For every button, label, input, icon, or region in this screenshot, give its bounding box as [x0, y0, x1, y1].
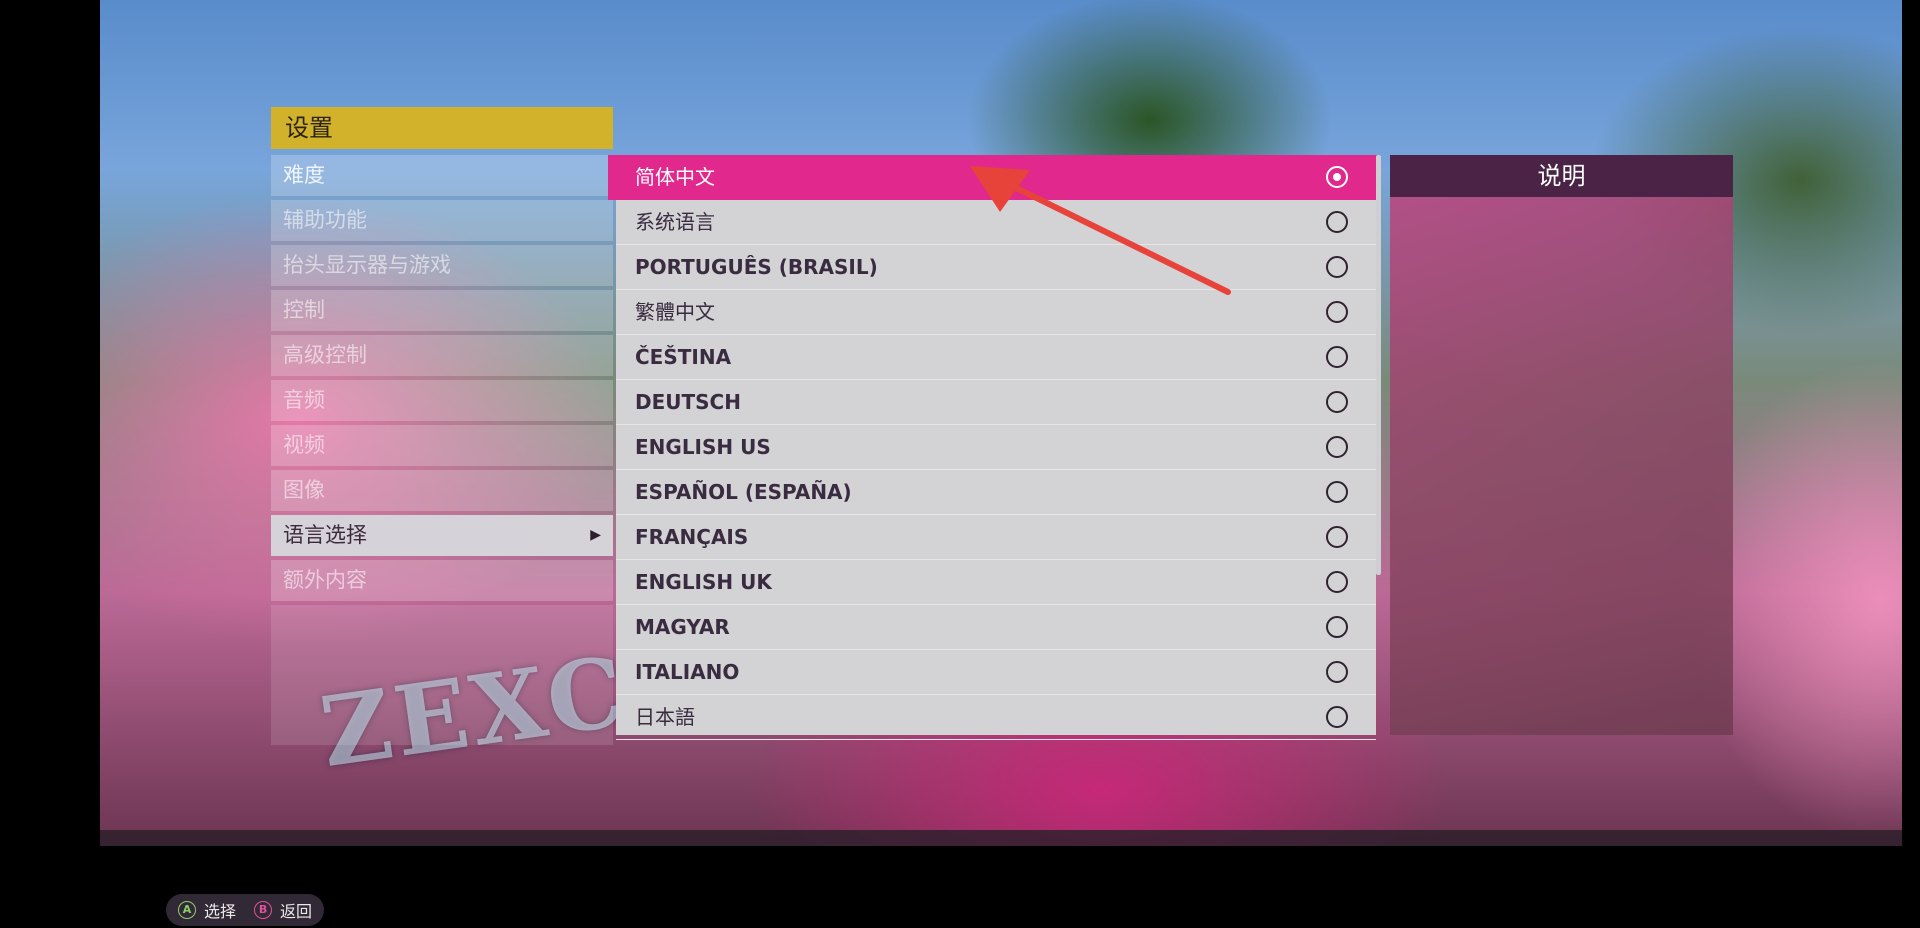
radio-selected-icon[interactable]	[1326, 166, 1348, 188]
menu-item-controls[interactable]: 控制	[271, 290, 613, 331]
language-option-en-uk[interactable]: ENGLISH UK	[616, 560, 1376, 605]
language-option-es-es[interactable]: ESPAÑOL (ESPAÑA)	[616, 470, 1376, 515]
scene-bottom-edge	[100, 830, 1902, 846]
language-option-hu[interactable]: MAGYAR	[616, 605, 1376, 650]
menu-item-hud-gameplay[interactable]: 抬头显示器与游戏	[271, 245, 613, 286]
language-label: ESPAÑOL (ESPAÑA)	[635, 480, 852, 504]
language-option-ja[interactable]: 日本語	[616, 695, 1376, 740]
radio-icon[interactable]	[1326, 706, 1348, 728]
annotation-arrow-icon	[970, 166, 1231, 295]
menu-item-accessibility[interactable]: 辅助功能	[271, 200, 613, 241]
a-button-icon: A	[178, 901, 196, 919]
radio-icon[interactable]	[1326, 256, 1348, 278]
language-label: 日本語	[635, 705, 695, 729]
menu-item-label: 额外内容	[283, 568, 367, 592]
menu-item-language[interactable]: 语言选择 ▶	[271, 515, 613, 556]
menu-item-label: 语言选择	[283, 523, 367, 547]
radio-icon[interactable]	[1326, 436, 1348, 458]
language-option-en-us[interactable]: ENGLISH US	[616, 425, 1376, 470]
language-label: ČEŠTINA	[635, 345, 732, 369]
menu-item-extra-content[interactable]: 额外内容	[271, 560, 613, 601]
radio-icon[interactable]	[1326, 391, 1348, 413]
menu-item-label: 辅助功能	[283, 208, 367, 232]
settings-title: 设置	[271, 107, 613, 149]
back-hint-label[interactable]: 返回	[280, 898, 312, 922]
language-label: ENGLISH US	[635, 435, 771, 459]
language-label: FRANÇAIS	[635, 525, 749, 549]
language-option-it[interactable]: ITALIANO	[616, 650, 1376, 695]
radio-icon[interactable]	[1326, 571, 1348, 593]
controller-hint-bar: A 选择 B 返回	[166, 894, 325, 926]
menu-item-video[interactable]: 视频	[271, 425, 613, 466]
description-panel: 说明	[1390, 155, 1733, 735]
language-label: 系统语言	[635, 210, 715, 234]
menu-item-label: 难度	[283, 163, 325, 187]
radio-icon[interactable]	[1326, 301, 1348, 323]
radio-icon[interactable]	[1326, 481, 1348, 503]
menu-empty-area	[271, 605, 613, 745]
language-option-cs[interactable]: ČEŠTINA	[616, 335, 1376, 380]
menu-item-label: 控制	[283, 298, 325, 322]
radio-icon[interactable]	[1326, 346, 1348, 368]
menu-item-label: 高级控制	[283, 343, 367, 367]
settings-menu-panel: 设置 难度 辅助功能 抬头显示器与游戏 控制 高级控制 音频 视频 图像 语言选…	[271, 107, 613, 745]
radio-icon[interactable]	[1326, 616, 1348, 638]
menu-item-difficulty[interactable]: 难度	[271, 155, 613, 196]
language-option-de[interactable]: DEUTSCH	[616, 380, 1376, 425]
menu-item-label: 抬头显示器与游戏	[283, 253, 451, 277]
radio-icon[interactable]	[1326, 661, 1348, 683]
language-label: ENGLISH UK	[635, 570, 772, 594]
menu-item-label: 音频	[283, 388, 325, 412]
menu-item-graphics[interactable]: 图像	[271, 470, 613, 511]
language-list-scrollbar[interactable]	[1376, 155, 1381, 575]
language-label: 简体中文	[635, 165, 715, 189]
select-hint-label[interactable]: 选择	[204, 898, 236, 922]
menu-item-label: 视频	[283, 433, 325, 457]
radio-icon[interactable]	[1326, 526, 1348, 548]
description-title: 说明	[1390, 155, 1733, 197]
language-label: 繁體中文	[635, 300, 715, 324]
language-option-fr[interactable]: FRANÇAIS	[616, 515, 1376, 560]
radio-icon[interactable]	[1326, 211, 1348, 233]
menu-item-advanced-controls[interactable]: 高级控制	[271, 335, 613, 376]
language-label: MAGYAR	[635, 615, 730, 639]
language-label: DEUTSCH	[635, 390, 741, 414]
chevron-right-icon: ▶	[590, 527, 601, 543]
menu-item-label: 图像	[283, 478, 325, 502]
b-button-icon: B	[254, 901, 273, 919]
settings-menu: 难度 辅助功能 抬头显示器与游戏 控制 高级控制 音频 视频 图像 语言选择 ▶…	[271, 155, 613, 745]
language-label: ITALIANO	[635, 660, 740, 684]
menu-item-audio[interactable]: 音频	[271, 380, 613, 421]
language-label: PORTUGUÊS (BRASIL)	[635, 255, 878, 279]
